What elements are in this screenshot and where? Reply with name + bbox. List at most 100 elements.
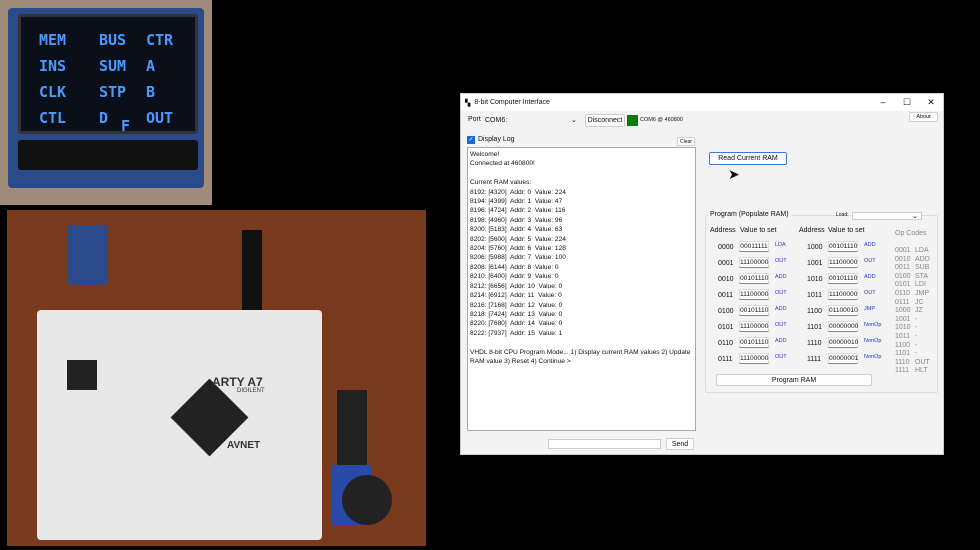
app-icon: ▚ xyxy=(465,99,471,107)
ram-value-input[interactable]: 00000001 xyxy=(828,353,858,364)
ram-address: 1000 xyxy=(807,244,823,251)
ram-value-input[interactable]: 11100000 xyxy=(739,353,769,364)
opcode-name: LDI xyxy=(915,281,926,289)
opcode-code: 0100 xyxy=(895,272,911,280)
ram-value-input[interactable]: 00000010 xyxy=(828,337,858,348)
ram-value-input[interactable]: 11100000 xyxy=(828,289,858,300)
ram-address: 0101 xyxy=(718,324,734,331)
opcode-hint: NonOp xyxy=(864,322,882,328)
board-brand: ARTY A7 xyxy=(212,375,263,389)
send-button[interactable]: Send xyxy=(666,438,694,450)
arty-board: ARTY A7 AVNET DIGILENT xyxy=(37,310,322,540)
knob xyxy=(342,475,392,525)
opcode-code: 1101 xyxy=(895,350,911,358)
opcode-code: 0010 xyxy=(895,255,911,263)
maximize-button[interactable]: ☐ xyxy=(895,97,919,108)
close-button[interactable]: ✕ xyxy=(919,97,943,108)
ram-value-input[interactable]: 00000000 xyxy=(828,321,858,332)
ram-address: 0010 xyxy=(718,276,734,283)
send-input[interactable] xyxy=(548,439,661,449)
opcode-hint: OUT xyxy=(864,290,876,296)
opcode-hint: ADD xyxy=(864,242,876,248)
opcode-name: - xyxy=(915,350,918,358)
log-output[interactable]: Welcome! Connected at 460800! Current RA… xyxy=(467,147,696,431)
minimize-button[interactable]: – xyxy=(871,97,895,108)
ram-value-input[interactable]: 11100000 xyxy=(739,257,769,268)
ram-address: 0110 xyxy=(718,340,734,347)
opcode-name: OUT xyxy=(915,358,930,366)
ram-value-input[interactable]: 01100010 xyxy=(828,305,858,316)
ram-address: 1100 xyxy=(807,308,823,315)
ram-value-input[interactable]: 11100000 xyxy=(739,321,769,332)
program-ram-button[interactable]: Program RAM xyxy=(716,374,872,386)
ram-address: 1110 xyxy=(807,340,822,347)
opcode-code: 1001 xyxy=(895,315,911,323)
display-log-checkbox[interactable]: ✓ xyxy=(467,136,475,144)
opcode-hint: OUT xyxy=(775,354,787,360)
clear-button[interactable]: Clear xyxy=(677,137,695,146)
ram-value-input[interactable]: 00101110 xyxy=(739,305,769,316)
opcode-name: LDA xyxy=(915,247,929,254)
opcode-code: 1010 xyxy=(895,324,911,332)
port-select[interactable]: COM6: ⌄ xyxy=(482,114,580,126)
disconnect-button[interactable]: Disconnect xyxy=(585,114,625,127)
opcode-code: 1011 xyxy=(895,333,911,340)
ram-value-input[interactable]: 00101110 xyxy=(739,273,769,284)
mini-oled xyxy=(67,225,107,285)
about-button[interactable]: About xyxy=(909,112,938,122)
window-title: 8-bit Computer Interface xyxy=(474,99,550,106)
oled-label: F xyxy=(121,117,131,135)
opcode-code: 1100 xyxy=(895,341,911,349)
opcode-hint: OUT xyxy=(775,258,787,264)
title-bar: ▚ 8-bit Computer Interface – ☐ ✕ xyxy=(461,94,943,111)
ram-value-input[interactable]: 11100000 xyxy=(739,289,769,300)
read-ram-button[interactable]: Read Current RAM xyxy=(709,152,787,165)
ram-address: 0011 xyxy=(718,292,734,299)
port-label: Port xyxy=(468,116,481,123)
display-log-label: Display Log xyxy=(478,136,515,143)
opcode-name: - xyxy=(915,341,918,349)
program-group-title: Program (Populate RAM) xyxy=(708,211,791,218)
ram-address: 0100 xyxy=(718,308,734,315)
oled-label: OUT xyxy=(146,109,174,127)
oled-label: B xyxy=(146,83,156,101)
chip xyxy=(67,360,97,390)
ram-value-input[interactable]: 00101110 xyxy=(828,241,858,252)
opcode-code: 0011 xyxy=(895,264,911,272)
opcode-code: 0001 xyxy=(895,247,911,254)
oled-ribbon xyxy=(18,140,198,170)
chevron-down-icon: ⌄ xyxy=(912,213,918,220)
opcode-hint: OUT xyxy=(775,290,787,296)
opcode-code: 1111 xyxy=(895,367,910,375)
opcode-name: JMP xyxy=(915,290,929,297)
opcode-hint: OUT xyxy=(775,322,787,328)
oled-label: BUS xyxy=(99,31,127,49)
opcode-code: 0101 xyxy=(895,281,911,289)
chevron-down-icon: ⌄ xyxy=(571,117,577,124)
mouse-cursor-icon: ➤ xyxy=(728,166,740,182)
address-header: Address xyxy=(710,227,736,234)
opcode-code: 0111 xyxy=(895,298,910,306)
opcode-code: 1110 xyxy=(895,358,910,366)
opcode-hint: OUT xyxy=(864,258,876,264)
oled-label: D xyxy=(99,109,109,127)
board-vendor: AVNET xyxy=(227,440,261,451)
opcode-hint: LDA xyxy=(775,242,786,248)
opcode-name: STA xyxy=(915,272,929,280)
ram-value-input[interactable]: 00101110 xyxy=(739,337,769,348)
opcode-name: - xyxy=(915,315,918,323)
board-maker: DIGILENT xyxy=(237,388,265,394)
connection-status-indicator xyxy=(627,115,638,126)
ram-value-input[interactable]: 11100000 xyxy=(828,257,858,268)
value-header: Value to set xyxy=(740,227,777,234)
opcode-hint: NonOp xyxy=(864,338,882,344)
oled-screen: MEM BUS CTR INS SUM A CLK STP B CTL D OUT F xyxy=(18,14,198,135)
load-select[interactable]: ⌄ xyxy=(852,212,922,220)
ram-address: 0001 xyxy=(718,260,734,267)
ram-value-input[interactable]: 00011111 xyxy=(739,241,769,252)
ram-value-input[interactable]: 00101110 xyxy=(828,273,858,284)
value-header: Value to set xyxy=(828,227,865,234)
program-group: Program (Populate RAM) Load: ⌄ Address V… xyxy=(705,211,938,393)
opcode-hint: ADD xyxy=(775,306,787,312)
load-label: Load: xyxy=(836,212,849,218)
